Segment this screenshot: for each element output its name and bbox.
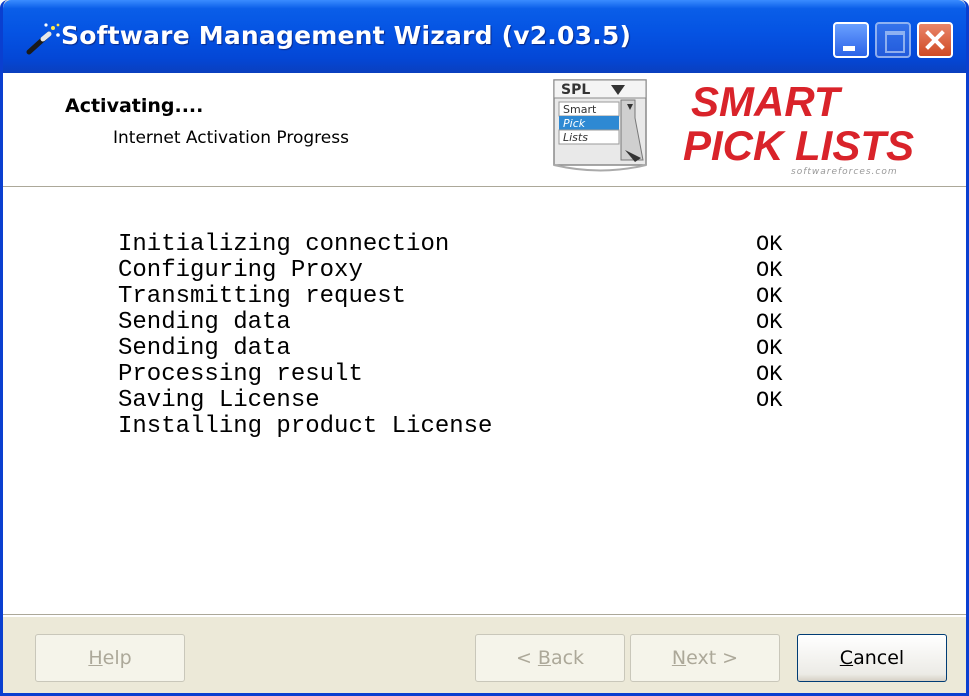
logo-badge-text: SPL xyxy=(561,82,590,98)
back-label: ack xyxy=(550,647,585,669)
page-subtitle: Internet Activation Progress xyxy=(113,128,349,148)
step-label: Sending data xyxy=(118,309,291,336)
logo-brand-line2: PICK LISTS xyxy=(683,122,914,169)
next-label: ext > xyxy=(686,647,739,669)
back-button[interactable]: < Back xyxy=(475,634,625,682)
step-label: Initializing connection xyxy=(118,231,450,258)
help-mnemonic: H xyxy=(88,647,103,669)
progress-panel: Initializing connection Configuring Prox… xyxy=(3,189,966,614)
step-label: Installing product License xyxy=(118,413,493,440)
step-label: Processing result xyxy=(118,361,363,388)
step-status: OK xyxy=(756,232,783,257)
step-label: Sending data xyxy=(118,335,291,362)
logo-list-item: Lists xyxy=(563,131,588,144)
help-button[interactable]: Help xyxy=(35,634,185,682)
logo-list-item: Pick xyxy=(563,117,586,130)
logo-list-item: Smart xyxy=(563,103,597,116)
step-status xyxy=(756,414,782,440)
smart-pick-lists-logo: SPL Smart Pick Lists SMART PICK LISTS so… xyxy=(553,78,914,177)
help-label: elp xyxy=(102,647,132,669)
maximize-icon xyxy=(875,22,911,58)
step-status: OK xyxy=(756,284,783,309)
activation-statuses: OK OK OK OK OK OK OK xyxy=(756,232,782,440)
title-bar[interactable]: Software Management Wizard (v2.03.5) xyxy=(3,0,966,73)
minimize-icon[interactable] xyxy=(833,22,869,58)
step-status: OK xyxy=(756,258,783,283)
footer-divider xyxy=(3,614,966,617)
cancel-label: ancel xyxy=(853,647,905,669)
wand-icon xyxy=(26,23,60,55)
spl-badge-icon: SPL Smart Pick Lists xyxy=(553,79,647,172)
logo-website: softwareforces.com xyxy=(791,167,898,177)
step-label: Configuring Proxy xyxy=(118,257,363,284)
next-button[interactable]: Next > xyxy=(630,634,780,682)
close-icon[interactable] xyxy=(917,22,953,58)
cancel-mnemonic: C xyxy=(839,647,854,669)
logo-brand-line1: SMART xyxy=(691,78,843,125)
back-mnemonic: B xyxy=(537,647,551,669)
activation-steps: Initializing connection Configuring Prox… xyxy=(118,232,492,440)
next-mnemonic: N xyxy=(671,647,687,669)
page-title: Activating.... xyxy=(65,95,204,117)
wizard-window: Software Management Wizard (v2.03.5) Act… xyxy=(0,0,969,696)
back-prefix: < xyxy=(515,647,538,669)
window-title: Software Management Wizard (v2.03.5) xyxy=(61,21,632,50)
step-status: OK xyxy=(756,310,783,335)
step-status: OK xyxy=(756,336,783,361)
step-status: OK xyxy=(756,362,783,387)
step-label: Saving License xyxy=(118,387,320,414)
cancel-button[interactable]: Cancel xyxy=(797,634,947,682)
step-status: OK xyxy=(756,388,783,413)
step-label: Transmitting request xyxy=(118,283,407,310)
